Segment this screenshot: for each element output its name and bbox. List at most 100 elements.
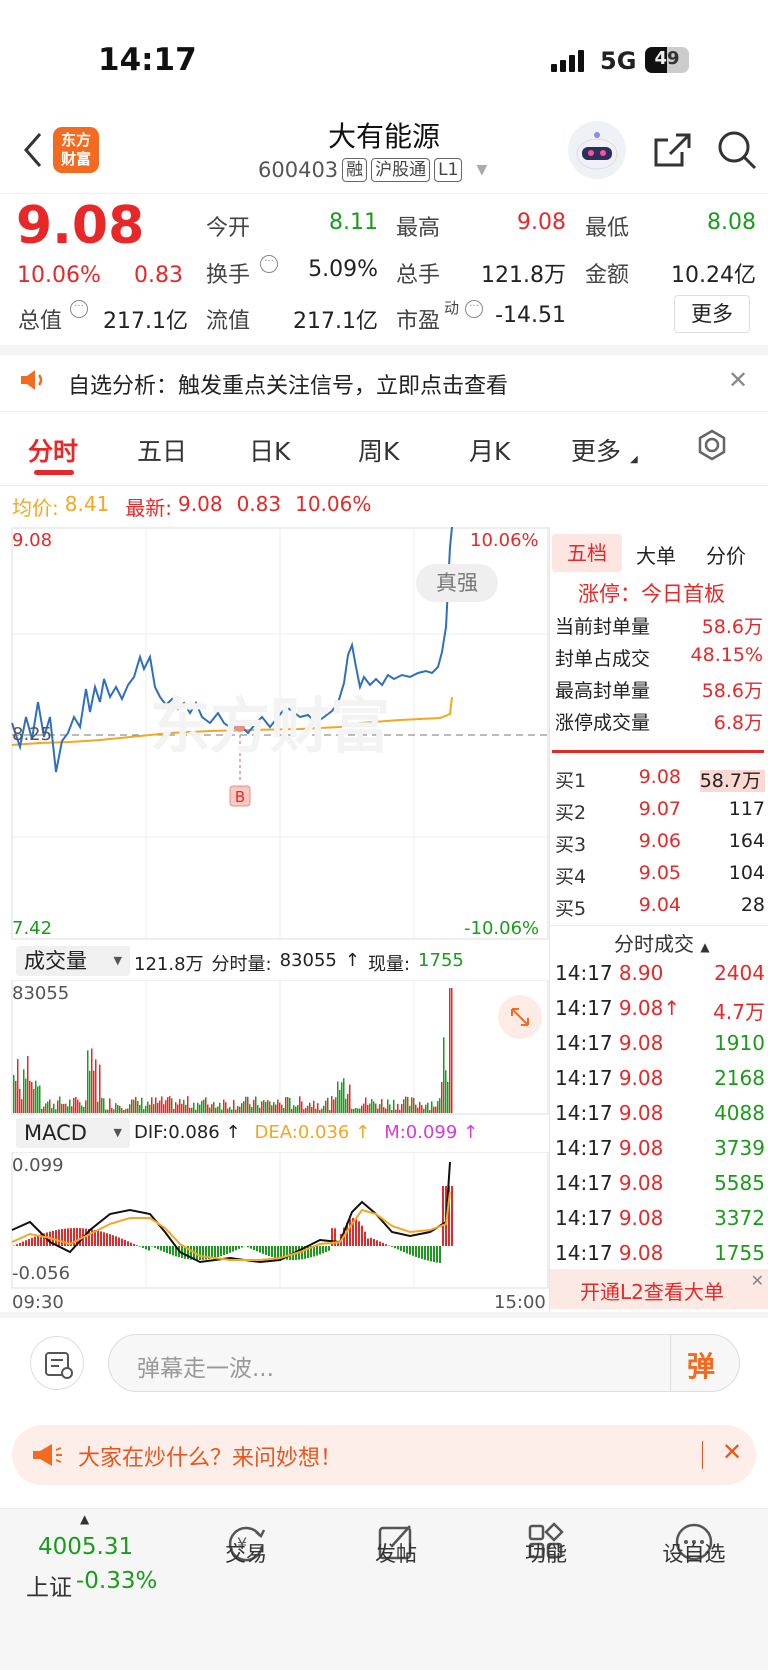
limit-stat-label: 涨停成交量 bbox=[555, 712, 651, 734]
notice-close-icon[interactable]: ✕ bbox=[728, 366, 748, 394]
bid-row[interactable]: 买3 9.06 164 bbox=[555, 830, 765, 857]
bid-price: 9.06 bbox=[638, 830, 681, 852]
value-volume: 121.8万 bbox=[481, 263, 566, 288]
nav-trade[interactable]: 交易 bbox=[186, 1538, 306, 1568]
index-row[interactable]: 上证 -0.33% bbox=[26, 1568, 157, 1602]
limit-stat-label: 封单占成交 bbox=[555, 648, 651, 670]
price-summary: 均价: 8.41 最新: 9.08 0.83 10.06% bbox=[12, 492, 371, 521]
macd-selector[interactable]: MACD ▼ bbox=[16, 1118, 130, 1148]
bid-volume: 28 bbox=[740, 894, 765, 916]
trade-time: 14:17 bbox=[555, 961, 613, 985]
stock-code: 600403 bbox=[258, 158, 339, 182]
latest-change: 0.83 bbox=[236, 492, 282, 516]
trade-time: 14:17 bbox=[555, 1136, 613, 1160]
limit-stat-row: 当前封单量 58.6万 bbox=[555, 612, 763, 639]
trade-time: 14:17 bbox=[555, 1171, 613, 1195]
latest-pct: 10.06% bbox=[295, 492, 372, 516]
trade-volume: 4.7万 bbox=[713, 1000, 765, 1024]
trade-price: 9.08 bbox=[618, 1206, 664, 1230]
macd-info: DIF:0.086 ↑ DEA:0.036 ↑ M:0.099 ↑ bbox=[134, 1122, 479, 1143]
trade-volume: 3739 bbox=[714, 1136, 765, 1160]
bid-row[interactable]: 买1 9.08 58.7万 bbox=[555, 766, 765, 793]
trade-row: 14:17 9.08 1910 bbox=[555, 1031, 765, 1055]
trade-time: 14:17 bbox=[555, 1101, 613, 1125]
banner-text: 大家在炒什么？来问妙想！ bbox=[78, 1446, 343, 1471]
nav-post[interactable]: 发帖 bbox=[336, 1538, 456, 1568]
share-icon[interactable] bbox=[652, 130, 692, 174]
danmaku-toggle-icon[interactable] bbox=[30, 1336, 84, 1390]
comment-input[interactable]: 弹幕走一波... 弹 bbox=[108, 1334, 740, 1392]
tab-more[interactable]: 更多 bbox=[571, 432, 621, 468]
limit-title: 涨停：今日首板 bbox=[578, 582, 725, 606]
l2-bar[interactable]: 开通L2查看大单 ✕ bbox=[550, 1269, 768, 1309]
chart-pmax: 10.06% bbox=[470, 530, 539, 551]
tab-monthly[interactable]: 月K bbox=[469, 432, 510, 468]
bid-price: 9.05 bbox=[638, 862, 681, 884]
nav-function[interactable]: 功能 bbox=[486, 1538, 606, 1568]
tag-connect: 沪股通 bbox=[371, 158, 431, 182]
chart-base: 8.25 bbox=[12, 724, 53, 745]
limit-stat-row: 涨停成交量 6.8万 bbox=[555, 708, 763, 735]
value-pe: -14.51 bbox=[495, 303, 566, 328]
battery-icon: 49 bbox=[645, 47, 689, 73]
time-start: 09:30 bbox=[12, 1292, 64, 1313]
value-float-cap: 217.1亿 bbox=[293, 309, 378, 334]
label-high: 最高 bbox=[396, 216, 441, 241]
macd-max: 0.099 bbox=[12, 1155, 64, 1176]
latest-value: 9.08 bbox=[178, 492, 223, 516]
panel-tab-big[interactable]: 大单 bbox=[636, 540, 676, 569]
index-value[interactable]: 4005.31 bbox=[38, 1534, 133, 1560]
trade-row: 14:17 9.08 1755 bbox=[555, 1241, 765, 1265]
more-button[interactable]: 更多 bbox=[674, 295, 750, 333]
trade-price: 9.08 bbox=[618, 1136, 664, 1160]
bid-row[interactable]: 买2 9.07 117 bbox=[555, 798, 765, 825]
tab-5day[interactable]: 五日 bbox=[137, 432, 187, 468]
change-percent: 10.06% bbox=[17, 263, 101, 288]
chart-ymin: 7.42 bbox=[12, 918, 53, 939]
label-mktcap: 总值 bbox=[18, 309, 63, 334]
search-icon[interactable] bbox=[715, 128, 759, 176]
bid-row[interactable]: 买4 9.05 104 bbox=[555, 862, 765, 889]
trade-volume: 1755 bbox=[714, 1241, 765, 1265]
nav-add-watchlist[interactable]: 设自选 bbox=[634, 1538, 754, 1568]
time-end: 15:00 bbox=[494, 1292, 546, 1313]
volume-selector[interactable]: 成交量 ▼ bbox=[16, 946, 130, 976]
tag-margin: 融 bbox=[342, 158, 368, 182]
settings-gear-icon[interactable] bbox=[695, 428, 729, 466]
label-low: 最低 bbox=[585, 216, 630, 241]
panel-tab-price[interactable]: 分价 bbox=[706, 540, 746, 569]
notice-text[interactable]: 自选分析：触发重点关注信号，立即点击查看 bbox=[68, 368, 508, 400]
trades-title[interactable]: 分时成交 ▲ bbox=[614, 928, 710, 957]
limit-stat-row: 封单占成交 48.15% bbox=[555, 644, 763, 671]
info-icon[interactable]: ··· bbox=[70, 300, 88, 318]
signal-icon bbox=[551, 50, 584, 72]
tab-daily[interactable]: 日K bbox=[249, 432, 290, 468]
bid-label: 买5 bbox=[555, 898, 587, 920]
latest-label: 最新: bbox=[125, 496, 173, 520]
trade-time: 14:17 bbox=[555, 1066, 613, 1090]
chart-pmin: -10.06% bbox=[464, 918, 540, 939]
macd-chart bbox=[11, 1152, 549, 1289]
expand-icon[interactable] bbox=[498, 995, 542, 1039]
bid-row[interactable]: 买5 9.04 28 bbox=[555, 894, 765, 921]
macd-min: -0.056 bbox=[12, 1263, 71, 1284]
banner-close-icon: ✕ bbox=[722, 1438, 743, 1466]
trade-row: 14:17 9.08↑ 4.7万 bbox=[555, 996, 765, 1025]
bid-label: 买3 bbox=[555, 834, 587, 856]
ask-banner[interactable]: 大家在炒什么？来问妙想！ ✕ bbox=[12, 1425, 756, 1485]
danmaku-send-button: 弹 bbox=[687, 1350, 716, 1383]
bid-volume: 58.7万 bbox=[699, 770, 765, 792]
trade-price: 8.90 bbox=[618, 961, 664, 985]
panel-tab-five[interactable]: 五档 bbox=[552, 534, 622, 572]
trade-row: 14:17 9.08 4088 bbox=[555, 1101, 765, 1125]
strong-tag[interactable]: 真强 bbox=[416, 564, 498, 602]
tab-intraday[interactable]: 分时 bbox=[28, 432, 78, 468]
volume-max: 83055 bbox=[12, 983, 70, 1004]
stock-code-row[interactable]: 600403 融 沪股通 L1 ▼ bbox=[258, 158, 487, 182]
avg-value: 8.41 bbox=[64, 492, 110, 516]
trade-row: 14:17 9.08 3372 bbox=[555, 1206, 765, 1230]
bid-price: 9.07 bbox=[638, 798, 681, 820]
tab-weekly[interactable]: 周K bbox=[358, 432, 399, 468]
assistant-avatar-icon[interactable] bbox=[568, 121, 626, 179]
info-icon[interactable]: ··· bbox=[260, 255, 278, 273]
